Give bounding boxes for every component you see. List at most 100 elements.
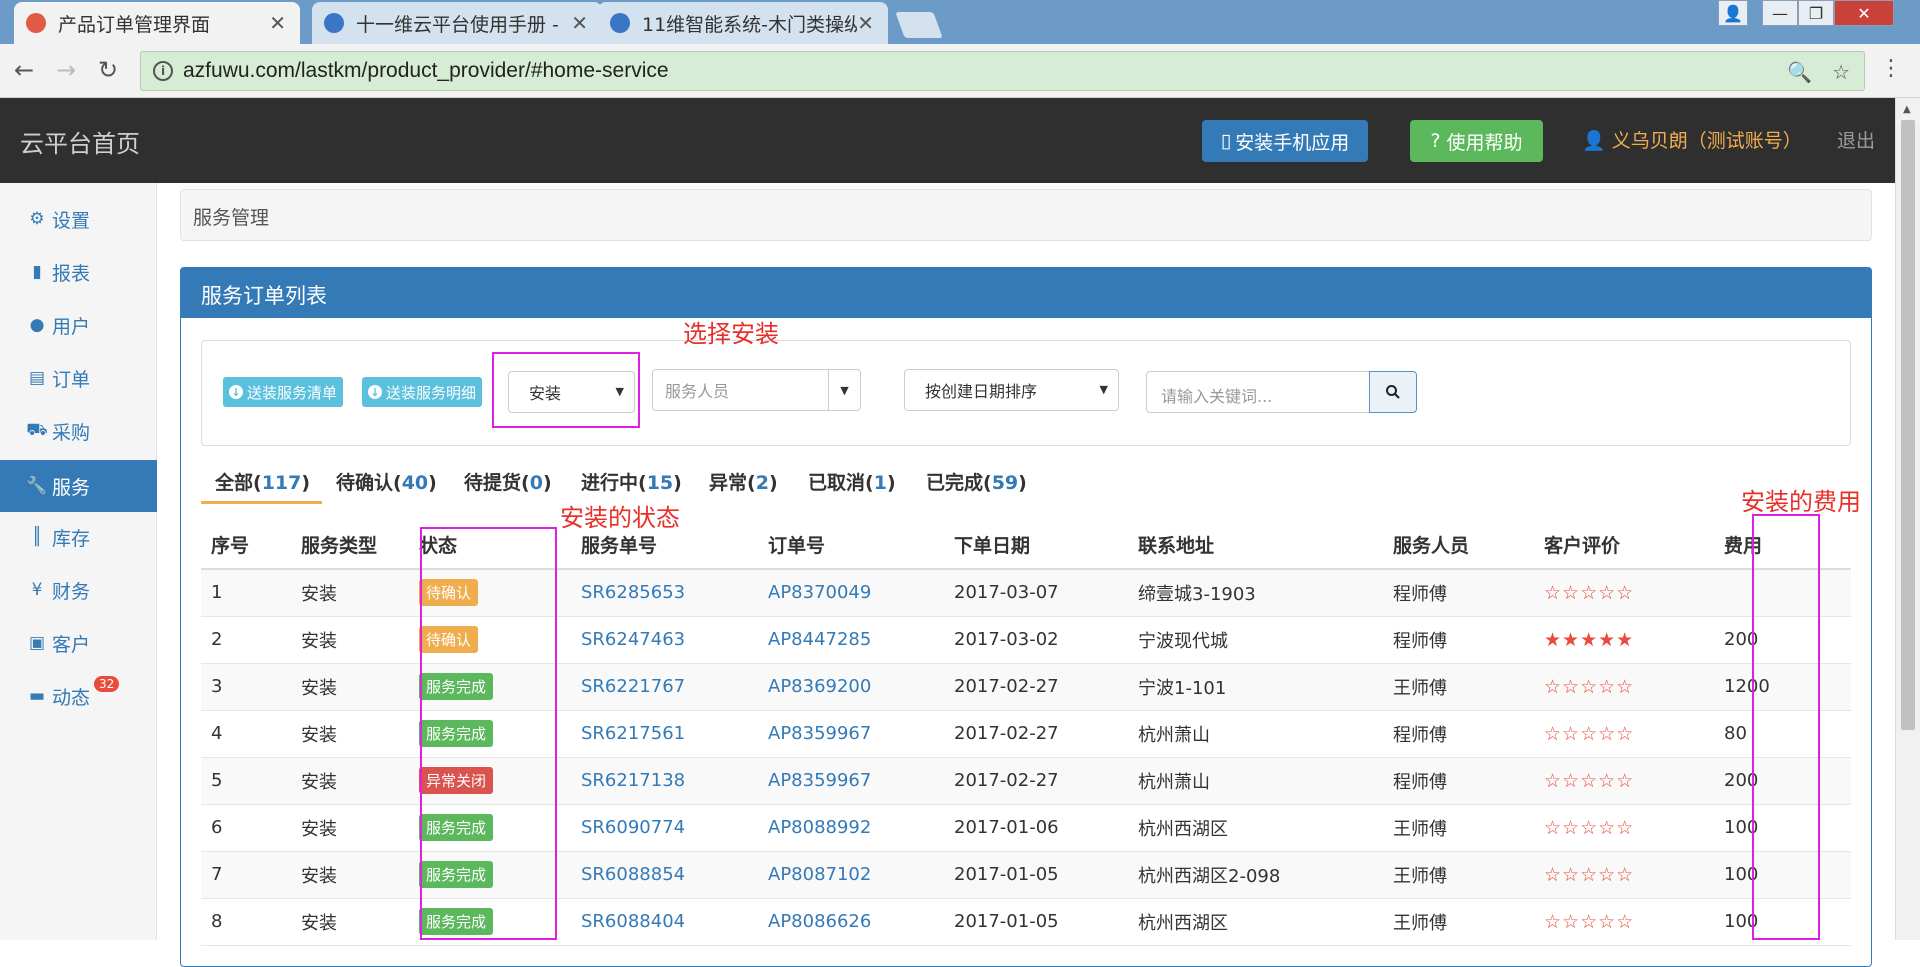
service-number-link[interactable]: SR6090774: [581, 817, 685, 838]
table-cell: 王师傅: [1383, 851, 1534, 899]
forward-icon[interactable]: →: [56, 56, 76, 84]
sidebar-item-inventory[interactable]: ║ 库存: [0, 511, 157, 563]
bookmark-star-icon[interactable]: ☆: [1832, 60, 1850, 84]
brand-link[interactable]: 云平台首页: [20, 124, 140, 159]
order-number-link[interactable]: AP8088992: [768, 817, 871, 838]
order-number-link[interactable]: AP8447285: [768, 629, 871, 650]
install-app-button[interactable]: ▯ 安装手机应用: [1202, 120, 1368, 162]
order-number-link[interactable]: AP8369200: [768, 676, 871, 697]
order-number-link[interactable]: AP8087102: [768, 864, 871, 885]
tab-all[interactable]: 全部(117): [201, 458, 323, 504]
table-cell: 安装: [291, 851, 409, 899]
scroll-up-icon[interactable]: ▲: [1903, 104, 1911, 115]
sidebar-item-service[interactable]: 🔧 服务: [0, 460, 157, 512]
table-cell: AP8369200: [758, 663, 944, 711]
tab-cancelled[interactable]: 已取消(1): [808, 458, 896, 504]
zoom-icon[interactable]: 🔍: [1787, 60, 1812, 84]
staff-combobox[interactable]: 服务人员 ▼: [652, 369, 861, 411]
sidebar-item-orders[interactable]: ▤ 订单: [0, 352, 157, 404]
table-cell: 2017-02-27: [944, 757, 1128, 805]
address-cell: 宁波1-101: [1138, 677, 1227, 699]
column-header[interactable]: 序号: [201, 521, 291, 570]
tab-pending-pickup[interactable]: 待提货(0): [464, 458, 552, 504]
tab-completed[interactable]: 已完成(59): [926, 458, 1027, 504]
table-cell: 6: [201, 804, 291, 852]
sort-select[interactable]: 按创建日期排序 ▼: [904, 369, 1119, 411]
back-icon[interactable]: ←: [14, 56, 34, 84]
tab-pending-confirm[interactable]: 待确认(40): [336, 458, 437, 504]
order-number-link[interactable]: AP8359967: [768, 723, 871, 744]
service-number-link[interactable]: SR6088854: [581, 864, 685, 885]
scrollbar-thumb[interactable]: [1901, 120, 1915, 730]
browser-tab[interactable]: 11维智能系统-木门类操纵 ✕: [598, 2, 888, 44]
caret-down-icon[interactable]: ▼: [828, 370, 860, 410]
browser-tabstrip: 产品订单管理界面 ✕ 十一维云平台使用手册 - ✕ 11维智能系统-木门类操纵 …: [0, 0, 1920, 44]
table-cell: 安装: [291, 898, 409, 946]
reload-icon[interactable]: ↻: [98, 56, 118, 84]
send-service-detail-button[interactable]: ↓ 送装服务明细: [362, 377, 483, 407]
service-type-cell: 安装: [301, 865, 337, 887]
minimize-button[interactable]: —: [1762, 0, 1798, 26]
user-menu[interactable]: 👤 义乌贝朗（测试账号）: [1582, 126, 1802, 153]
sidebar-item-finance[interactable]: ¥ 财务: [0, 564, 157, 616]
sidebar-item-customers[interactable]: ▣ 客户: [0, 617, 157, 669]
close-tab-icon[interactable]: ✕: [571, 11, 588, 35]
close-tab-icon[interactable]: ✕: [857, 11, 874, 35]
column-header[interactable]: 下单日期: [944, 521, 1128, 570]
order-date-cell: 2017-02-27: [954, 676, 1059, 697]
new-tab-button[interactable]: [895, 12, 943, 38]
tab-title: 产品订单管理界面: [58, 13, 211, 36]
table-cell: SR6221767: [571, 663, 758, 711]
help-button[interactable]: ? 使用帮助: [1410, 120, 1543, 162]
table-cell: AP8447285: [758, 616, 944, 664]
page-scrollbar[interactable]: ▲: [1895, 98, 1920, 940]
browser-menu-icon[interactable]: ⋮: [1880, 56, 1902, 81]
row-number: 8: [211, 911, 223, 932]
profile-icon[interactable]: 👤: [1718, 0, 1748, 26]
ie-favicon-icon: [324, 13, 344, 33]
order-number-link[interactable]: AP8370049: [768, 582, 871, 603]
window-close-button[interactable]: ✕: [1834, 0, 1894, 26]
service-number-link[interactable]: SR6088404: [581, 911, 685, 932]
table-cell: 2017-01-06: [944, 804, 1128, 852]
service-number-link[interactable]: SR6247463: [581, 629, 685, 650]
sidebar-item-purchase[interactable]: ⛟ 采购: [0, 405, 157, 457]
table-cell: 杭州西湖区: [1128, 804, 1383, 852]
order-number-link[interactable]: AP8359967: [768, 770, 871, 791]
notification-badge: 32: [94, 676, 120, 692]
service-number-link[interactable]: SR6217561: [581, 723, 685, 744]
search-button[interactable]: [1369, 371, 1417, 413]
sidebar-item-settings[interactable]: ⚙ 设置: [0, 193, 157, 245]
service-number-link[interactable]: SR6285653: [581, 582, 685, 603]
column-header[interactable]: 联系地址: [1128, 521, 1383, 570]
service-number-link[interactable]: SR6217138: [581, 770, 685, 791]
column-header[interactable]: 服务人员: [1383, 521, 1534, 570]
close-tab-icon[interactable]: ✕: [269, 11, 286, 35]
sidebar-item-activity[interactable]: ▬ 动态 32: [0, 670, 157, 722]
tab-count: 40: [401, 472, 429, 494]
table-cell: AP8088992: [758, 804, 944, 852]
column-header[interactable]: 服务类型: [291, 521, 409, 570]
site-info-icon[interactable]: i: [153, 61, 173, 81]
browser-tab[interactable]: 十一维云平台使用手册 - ✕: [312, 2, 602, 44]
browser-tab[interactable]: 产品订单管理界面 ✕: [14, 2, 300, 44]
service-number-link[interactable]: SR6221767: [581, 676, 685, 697]
sidebar-item-reports[interactable]: ▮ 报表: [0, 246, 157, 298]
table-cell: 3: [201, 663, 291, 711]
address-cell: 杭州西湖区2-098: [1138, 865, 1281, 887]
column-header[interactable]: 客户评价: [1534, 521, 1714, 570]
keyword-search-input[interactable]: 请输入关键词...: [1146, 371, 1370, 413]
column-header[interactable]: 订单号: [758, 521, 944, 570]
table-cell: ★★★★★: [1534, 616, 1714, 664]
address-bar[interactable]: i azfuwu.com/lastkm/product_provider/#ho…: [140, 51, 1865, 91]
sidebar-item-users[interactable]: ● 用户: [0, 299, 157, 351]
logout-link[interactable]: 退出: [1837, 126, 1875, 153]
tab-exception[interactable]: 异常(2): [709, 458, 778, 504]
search-icon: [1386, 385, 1400, 399]
maximize-button[interactable]: ❐: [1798, 0, 1834, 26]
tab-label: 进行中: [581, 472, 639, 494]
order-number-link[interactable]: AP8086626: [768, 911, 871, 932]
table-cell: SR6247463: [571, 616, 758, 664]
send-service-list-button[interactable]: ↓ 送装服务清单: [223, 377, 344, 407]
staff-cell: 程师傅: [1393, 583, 1447, 605]
